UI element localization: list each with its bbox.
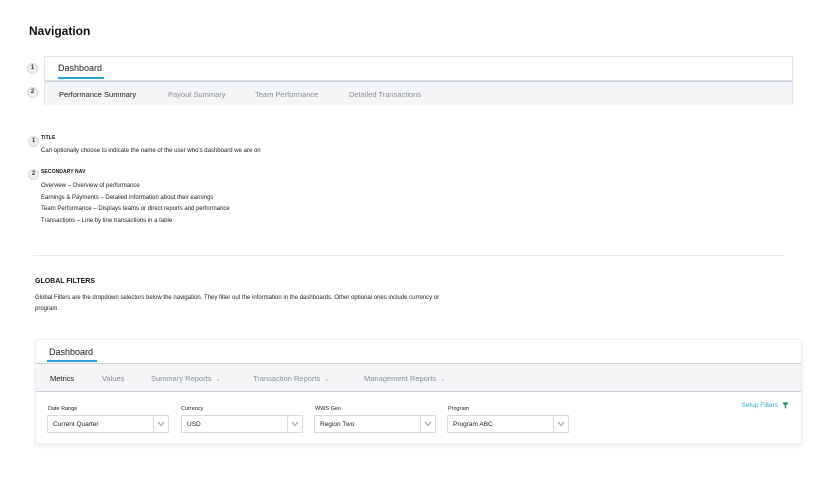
note-badge-1: 1 (28, 136, 39, 147)
note-secondary-nav-line-3: Team Performance – Displays teams or dir… (41, 206, 230, 212)
filter-currency-label: Currency (181, 406, 204, 412)
tab-transaction-reports-label: Transaction Reports (253, 374, 321, 383)
chevron-down-icon[interactable] (553, 416, 568, 432)
chevron-down-icon[interactable] (420, 416, 435, 432)
page-title: Navigation (29, 24, 91, 38)
note-badge-2: 2 (28, 169, 39, 180)
note-title-text: Can optionally choose to indicate the na… (41, 148, 261, 154)
note-secondary-nav-line-4: Transactions – Line by line transactions… (41, 217, 173, 224)
nav-title-row: Dashboard (45, 57, 792, 81)
note-secondary-nav-line-2: Earnings & Payments – Detailed informati… (41, 194, 214, 201)
filter-currency-value: USD (187, 421, 201, 428)
tab-summary-reports[interactable]: Summary Reports ⌄ (151, 374, 220, 383)
note-secondary-nav-line-1: Overview – Overview of performance (41, 183, 140, 189)
setup-filters-button[interactable]: Setup Filters (742, 402, 790, 409)
tab-values-label: Values (102, 374, 125, 383)
tab-management-reports[interactable]: Management Reports ⌄ (364, 374, 445, 383)
tab-payout-summary[interactable]: Payout Summary (168, 90, 226, 99)
tab-detailed-transactions[interactable]: Detailed Transactions (349, 90, 421, 99)
dashboard-title-underline (47, 360, 97, 362)
tab-values[interactable]: Values (102, 374, 124, 383)
section-divider (33, 255, 784, 256)
filter-wws-geo-select[interactable]: Region Two (314, 415, 436, 433)
note-secondary-nav-heading: SECONDARY NAV (41, 169, 86, 175)
filter-program-label: Program (448, 406, 470, 412)
step-badge-1: 1 (27, 63, 38, 74)
tab-metrics-label: Metrics (50, 374, 75, 383)
chevron-down-icon[interactable] (287, 416, 302, 432)
secondary-nav: Performance Summary Payout Summary Team … (45, 81, 792, 105)
nav-dashboard-title: Dashboard (58, 63, 103, 73)
chevron-down-icon: ⌄ (440, 377, 446, 383)
filter-icon (782, 402, 789, 409)
tab-performance-summary[interactable]: Performance Summary (59, 90, 136, 99)
filter-program-value: Program ABC (453, 421, 493, 428)
tab-summary-reports-label: Summary Reports (151, 374, 212, 383)
chevron-down-icon: ⌄ (215, 377, 221, 383)
step-badge-2: 2 (27, 87, 38, 98)
nav-title-underline (58, 77, 104, 79)
dashboard-example: Dashboard Metrics Values Summary Reports… (35, 339, 802, 444)
navigation-example: Dashboard Performance Summary Payout Sum… (44, 56, 793, 105)
tab-metrics[interactable]: Metrics (50, 374, 74, 383)
filter-currency-select[interactable]: USD (181, 415, 303, 433)
filter-program-select[interactable]: Program ABC (447, 415, 569, 433)
filter-date-range-value: Current Quarter (53, 421, 99, 428)
dashboard-title: Dashboard (49, 347, 94, 357)
global-filters-description: Global Filters are the dropdown selector… (35, 295, 440, 312)
tab-management-reports-label: Management Reports (364, 374, 437, 383)
chevron-down-icon[interactable] (153, 416, 168, 432)
setup-filters-label: Setup Filters (741, 402, 779, 409)
chevron-down-icon: ⌄ (324, 377, 330, 383)
filter-wws-geo-label: WWS Geo (315, 406, 341, 412)
global-filters-heading: GLOBAL FILTERS (35, 278, 96, 285)
note-title-heading: TITLE (41, 135, 56, 141)
dashboard-title-row: Dashboard (36, 340, 801, 364)
filter-wws-geo-value: Region Two (320, 421, 355, 428)
tab-transaction-reports[interactable]: Transaction Reports ⌄ (253, 374, 329, 383)
dashboard-tabs: Metrics Values Summary Reports ⌄ Transact… (36, 363, 801, 392)
filter-date-range-select[interactable]: Current Quarter (47, 415, 169, 433)
filter-date-range-label: Date Range (48, 406, 78, 412)
tab-team-performance[interactable]: Team Performance (255, 90, 318, 99)
